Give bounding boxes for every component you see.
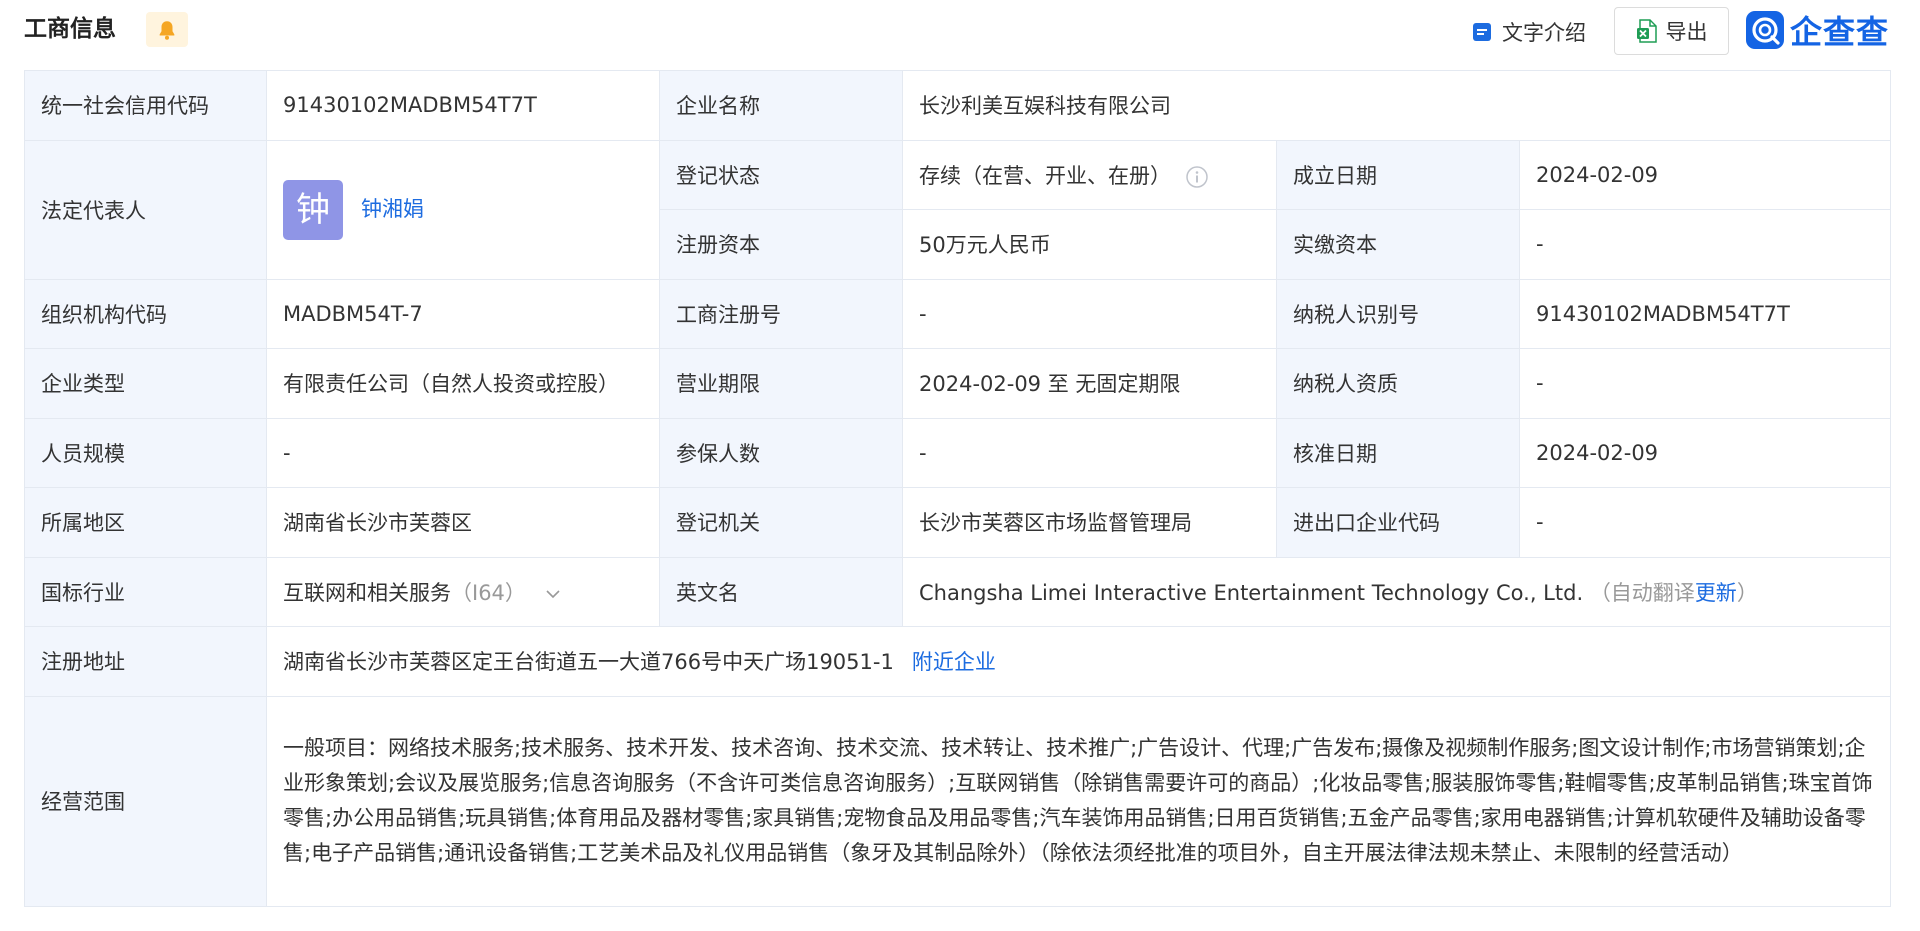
brand-name: 企查查 [1790,13,1890,51]
company-type-value: 有限责任公司（自然人投资或控股） [266,348,660,419]
business-scope-label: 经营范围 [24,695,267,907]
table-row: 法定代表人 钟钟湘娟 登记状态 存续（在营、开业、在册） 成立日期 2024-0… [24,139,1891,280]
nearby-companies-link[interactable]: 附近企业 [912,650,996,674]
taxpayer-qual-label: 纳税人资质 [1276,348,1520,419]
reg-status-value: 存续（在营、开业、在册） [919,163,1171,188]
reg-status-label: 登记状态 [659,139,903,210]
industry-code: （I64） [451,580,526,605]
translate-note-open: （自动翻译 [1589,580,1695,605]
credit-code-label: 统一社会信用代码 [24,70,267,141]
approval-date-label: 核准日期 [1276,417,1520,488]
company-type-label: 企业类型 [24,348,267,419]
text-intro-button[interactable]: 文字介绍 [1472,14,1586,50]
biz-term-value: 2024-02-09 至 无固定期限 [902,348,1277,419]
staff-size-label: 人员规模 [24,417,267,488]
import-export-code-label: 进出口企业代码 [1276,487,1520,558]
bell-icon[interactable] [146,12,188,47]
table-row: 经营范围 一般项目：网络技术服务;技术服务、技术开发、技术咨询、技术交流、技术转… [24,695,1891,907]
export-button[interactable]: 导出 [1614,7,1729,55]
english-name-label: 英文名 [659,556,903,627]
company-name-label: 企业名称 [659,70,903,141]
paid-capital-value: - [1519,209,1891,280]
org-code-value: MADBM54T-7 [266,278,660,349]
region-label: 所属地区 [24,487,267,558]
table-row: 注册地址 湖南省长沙市芙蓉区定王台街道五一大道766号中天广场19051-1 附近… [24,626,1891,697]
reg-status-cell: 存续（在营、开业、在册） [902,139,1277,210]
insured-count-value: - [902,417,1277,488]
established-label: 成立日期 [1276,139,1520,210]
reg-capital-value: 50万元人民币 [902,209,1277,280]
english-name-cell: Changsha Limei Interactive Entertainment… [902,556,1891,627]
chevron-down-icon[interactable] [544,585,562,603]
export-label: 导出 [1665,20,1708,44]
table-row: 国标行业 互联网和相关服务（I64） 英文名 Changsha Limei In… [24,556,1891,627]
taxpayer-id-value: 91430102MADBM54T7T [1519,278,1891,349]
company-info-page: 工商信息 文字介绍 导出 企查查 统一社会信用代码 91430102MADBM5… [0,0,1920,931]
info-icon[interactable] [1185,165,1209,189]
region-value: 湖南省长沙市芙蓉区 [266,487,660,558]
biz-reg-no-label: 工商注册号 [659,278,903,349]
industry-value: 互联网和相关服务 [283,580,451,605]
approval-date-value: 2024-02-09 [1519,417,1891,488]
translate-note-close: ） [1736,580,1758,605]
translate-update-link[interactable]: 更新 [1695,581,1737,605]
reg-authority-value: 长沙市芙蓉区市场监督管理局 [902,487,1277,558]
org-code-label: 组织机构代码 [24,278,267,349]
taxpayer-qual-value: - [1519,348,1891,419]
legal-rep-link[interactable]: 钟湘娟 [361,197,424,221]
reg-address-cell: 湖南省长沙市芙蓉区定王台街道五一大道766号中天广场19051-1 附近企业 [266,626,1891,697]
business-scope-value: 一般项目：网络技术服务;技术服务、技术开发、技术咨询、技术交流、技术转让、技术推… [266,695,1891,907]
document-icon [1473,23,1491,41]
established-value: 2024-02-09 [1519,139,1891,210]
industry-label: 国标行业 [24,556,267,627]
import-export-code-value: - [1519,487,1891,558]
insured-count-label: 参保人数 [659,417,903,488]
section-header: 工商信息 文字介绍 导出 企查查 [0,0,1920,62]
reg-authority-label: 登记机关 [659,487,903,558]
business-info-table: 统一社会信用代码 91430102MADBM54T7T 企业名称 长沙利美互娱科… [24,70,1891,907]
reg-capital-label: 注册资本 [659,209,903,280]
credit-code-value: 91430102MADBM54T7T [266,70,660,141]
biz-term-label: 营业期限 [659,348,903,419]
brand-logo[interactable]: 企查查 [1746,10,1890,51]
brand-logo-icon [1746,11,1784,49]
paid-capital-label: 实缴资本 [1276,209,1520,280]
avatar[interactable]: 钟 [283,179,343,240]
reg-address-value: 湖南省长沙市芙蓉区定王台街道五一大道766号中天广场19051-1 [283,650,894,675]
table-row: 组织机构代码 MADBM54T-7 工商注册号 - 纳税人识别号 9143010… [24,278,1891,349]
excel-icon [1636,19,1657,43]
legal-rep-label: 法定代表人 [24,139,267,280]
industry-cell: 互联网和相关服务（I64） [266,556,660,627]
english-name-value: Changsha Limei Interactive Entertainment… [919,580,1584,605]
taxpayer-id-label: 纳税人识别号 [1276,278,1520,349]
section-title: 工商信息 [24,16,116,42]
text-intro-label: 文字介绍 [1502,21,1586,45]
reg-address-label: 注册地址 [24,626,267,697]
company-name-value: 长沙利美互娱科技有限公司 [902,70,1891,141]
staff-size-value: - [266,417,660,488]
legal-rep-cell: 钟钟湘娟 [266,139,660,280]
biz-reg-no-value: - [902,278,1277,349]
table-row: 所属地区 湖南省长沙市芙蓉区 登记机关 长沙市芙蓉区市场监督管理局 进出口企业代… [24,487,1891,558]
table-row: 统一社会信用代码 91430102MADBM54T7T 企业名称 长沙利美互娱科… [24,70,1891,141]
table-row: 人员规模 - 参保人数 - 核准日期 2024-02-09 [24,417,1891,488]
table-row: 企业类型 有限责任公司（自然人投资或控股） 营业期限 2024-02-09 至 … [24,348,1891,419]
